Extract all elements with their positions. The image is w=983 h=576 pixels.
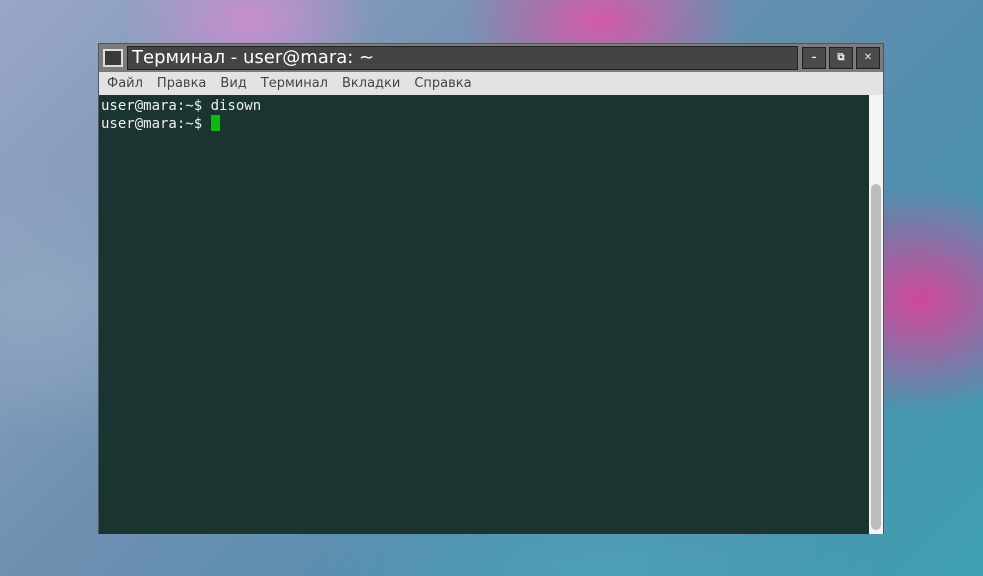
command: disown: [210, 98, 262, 114]
menu-bar: Файл Правка Вид Терминал Вкладки Справка: [99, 72, 883, 95]
menu-view[interactable]: Вид: [220, 76, 246, 91]
scrollbar[interactable]: [869, 95, 883, 534]
cursor: [210, 115, 220, 131]
menu-file[interactable]: Файл: [107, 76, 143, 91]
menu-help[interactable]: Справка: [414, 76, 471, 91]
terminal-window: Терминал - user@mara: ~ – ⧉ ✕ Файл Правк…: [98, 43, 884, 534]
terminal-line: user@mara:~$ disown: [101, 97, 867, 115]
title-bar[interactable]: Терминал - user@mara: ~ – ⧉ ✕: [99, 44, 883, 72]
menu-edit[interactable]: Правка: [157, 76, 206, 91]
menu-tabs[interactable]: Вкладки: [342, 76, 400, 91]
terminal-output[interactable]: user@mara:~$ disown user@mara:~$: [99, 95, 869, 534]
prompt: user@mara:~$: [101, 98, 211, 114]
terminal-line: user@mara:~$: [101, 115, 867, 133]
prompt: user@mara:~$: [101, 116, 211, 132]
terminal-app-icon[interactable]: [103, 49, 123, 67]
close-button[interactable]: ✕: [856, 47, 880, 69]
scrollbar-thumb[interactable]: [871, 184, 881, 530]
menu-terminal[interactable]: Терминал: [261, 76, 328, 91]
minimize-button[interactable]: –: [802, 47, 826, 69]
restore-button[interactable]: ⧉: [829, 47, 853, 69]
window-title: Терминал - user@mara: ~: [127, 46, 798, 70]
